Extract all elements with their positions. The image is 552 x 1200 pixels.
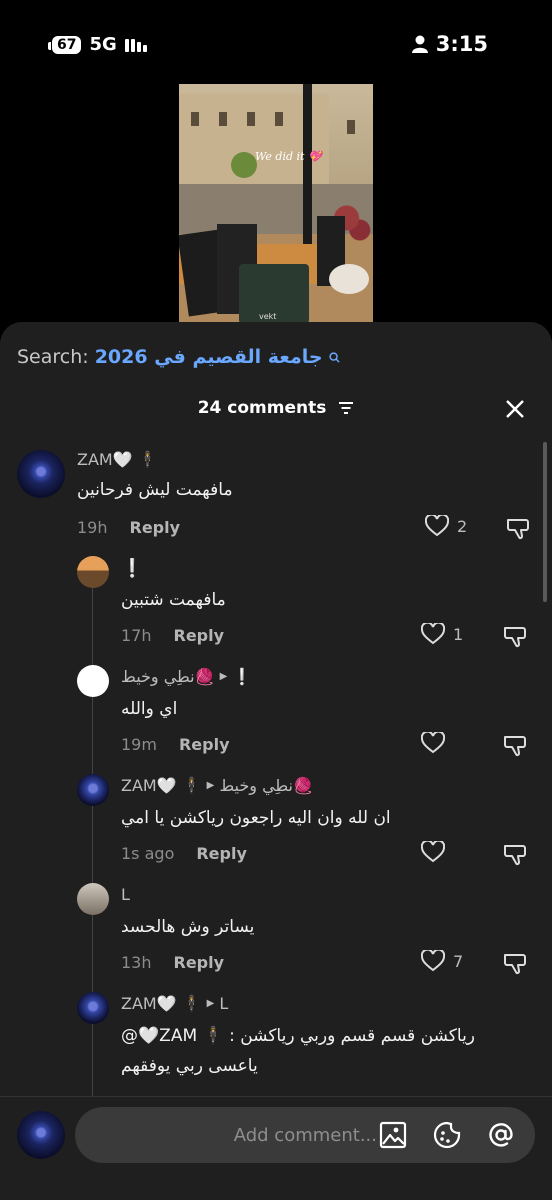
comment-text: يساتر وش هالحسد — [121, 917, 255, 937]
comment-username[interactable]: ❕ — [121, 558, 143, 579]
comment-username[interactable]: ZAM🤍 🕴 ▶ نطِي وخيط🧶 — [121, 776, 313, 795]
comment-text: مافهمت ليش فرحانين — [77, 480, 233, 500]
video-thumbnail[interactable]: vekt We did it 💖 — [179, 84, 373, 324]
like-button[interactable]: 2 — [425, 515, 467, 537]
heart-icon — [421, 950, 445, 972]
heart-icon — [425, 515, 449, 537]
close-icon[interactable] — [504, 398, 526, 420]
dislike-icon[interactable] — [503, 624, 527, 648]
status-bar: 67 5G 3:15 — [0, 0, 552, 90]
comment-time: 1s ago — [121, 844, 175, 863]
like-button[interactable] — [421, 841, 453, 863]
sort-filter-icon[interactable] — [338, 401, 354, 415]
comments-count: 24 comments — [197, 398, 327, 418]
comment-meta: 1s ago Reply — [121, 844, 247, 863]
person-icon — [411, 35, 428, 53]
avatar[interactable] — [77, 665, 109, 697]
comment-text: ان لله وان اليه راجعون رياكشن يا امي — [121, 808, 391, 828]
comment-username[interactable]: نطِي وخيط🧶 ▶ ❕ — [121, 667, 252, 686]
battery-indicator: 67 — [47, 35, 82, 54]
dislike-icon[interactable] — [506, 516, 530, 540]
clock: 3:15 — [435, 32, 488, 56]
mention-icon[interactable] — [487, 1121, 515, 1149]
comment-input-bar — [0, 1096, 552, 1200]
comments-header: 24 comments — [0, 398, 552, 428]
comment-input-box[interactable] — [75, 1107, 535, 1163]
network-label: 5G — [89, 34, 117, 55]
avatar[interactable] — [77, 883, 109, 915]
like-count: 7 — [453, 951, 464, 971]
comment-text: اي والله — [121, 699, 178, 719]
comment-username[interactable]: ZAM🤍 🕴 — [77, 450, 158, 469]
search-prefix: Search: — [17, 346, 89, 368]
reply-button[interactable]: Reply — [130, 518, 181, 537]
status-right: 3:15 — [411, 32, 488, 56]
dislike-icon[interactable] — [503, 951, 527, 975]
search-icon — [328, 351, 340, 363]
dislike-icon[interactable] — [503, 842, 527, 866]
avatar[interactable] — [17, 450, 65, 498]
reply-arrow-icon: ▶ — [206, 998, 215, 1009]
my-avatar — [17, 1111, 65, 1159]
reply-button[interactable]: Reply — [174, 953, 225, 972]
comment-username[interactable]: ZAM🤍 🕴 ▶ L — [121, 994, 228, 1013]
signal-icon — [124, 38, 147, 52]
avatar[interactable] — [77, 992, 109, 1024]
box-text: vekt — [259, 312, 277, 321]
reply-target[interactable]: ❕ — [232, 667, 252, 686]
reply-button[interactable]: Reply — [174, 626, 225, 645]
image-icon[interactable] — [379, 1121, 407, 1149]
avatar[interactable] — [77, 774, 109, 806]
like-button[interactable] — [421, 732, 453, 754]
comment-meta: 13h Reply — [121, 953, 224, 972]
reply-author[interactable]: ZAM🤍 🕴 — [121, 994, 202, 1013]
comment-time: 19h — [77, 518, 108, 537]
reply-target[interactable]: L — [219, 994, 228, 1013]
avatar[interactable] — [77, 556, 109, 588]
comment-text-line2: ياعسى ربي يوفقهم — [121, 1056, 258, 1076]
comment-meta: 17h Reply — [121, 626, 224, 645]
heart-icon — [421, 841, 445, 863]
heart-icon — [421, 732, 445, 754]
like-button[interactable]: 7 — [421, 950, 463, 972]
comment-time: 19m — [121, 735, 157, 754]
comment-meta: 19m Reply — [121, 735, 230, 754]
heart-icon — [421, 623, 445, 645]
comment-username[interactable]: L — [121, 885, 130, 904]
reply-author[interactable]: ZAM🤍 🕴 — [121, 776, 202, 795]
comment-text: مافهمت شتبين — [121, 590, 226, 610]
reply-target[interactable]: نطِي وخيط🧶 — [219, 776, 313, 795]
dislike-icon[interactable] — [503, 733, 527, 757]
reply-button[interactable]: Reply — [179, 735, 230, 754]
video-caption: We did it 💖 — [255, 150, 322, 163]
reply-arrow-icon: ▶ — [206, 780, 215, 791]
comment-time: 17h — [121, 626, 152, 645]
like-count: 2 — [457, 516, 468, 536]
like-count: 1 — [453, 624, 464, 644]
sticker-emoji-icon[interactable] — [433, 1121, 461, 1149]
comment-time: 13h — [121, 953, 152, 972]
comments-list: ZAM🤍 🕴 مافهمت ليش فرحانين 19h Reply 2 ❕ … — [0, 440, 552, 1100]
comment-text: رياكشن قسم قسم وربي رياكشن : 🕴 ZAM🤍@ — [121, 1026, 476, 1046]
comments-sheet: Search: جامعة القصيم في 2026 24 comments… — [0, 322, 552, 1200]
status-left: 67 5G — [47, 34, 147, 55]
reply-arrow-icon: ▶ — [219, 671, 228, 682]
like-button[interactable]: 1 — [421, 623, 463, 645]
comment-input[interactable] — [97, 1107, 377, 1163]
search-suggestion[interactable]: Search: جامعة القصيم في 2026 — [17, 346, 340, 368]
search-query[interactable]: جامعة القصيم في 2026 — [95, 346, 323, 368]
reply-button[interactable]: Reply — [196, 844, 247, 863]
reply-author[interactable]: نطِي وخيط🧶 — [121, 667, 215, 686]
comment-meta: 19h Reply — [77, 518, 180, 537]
